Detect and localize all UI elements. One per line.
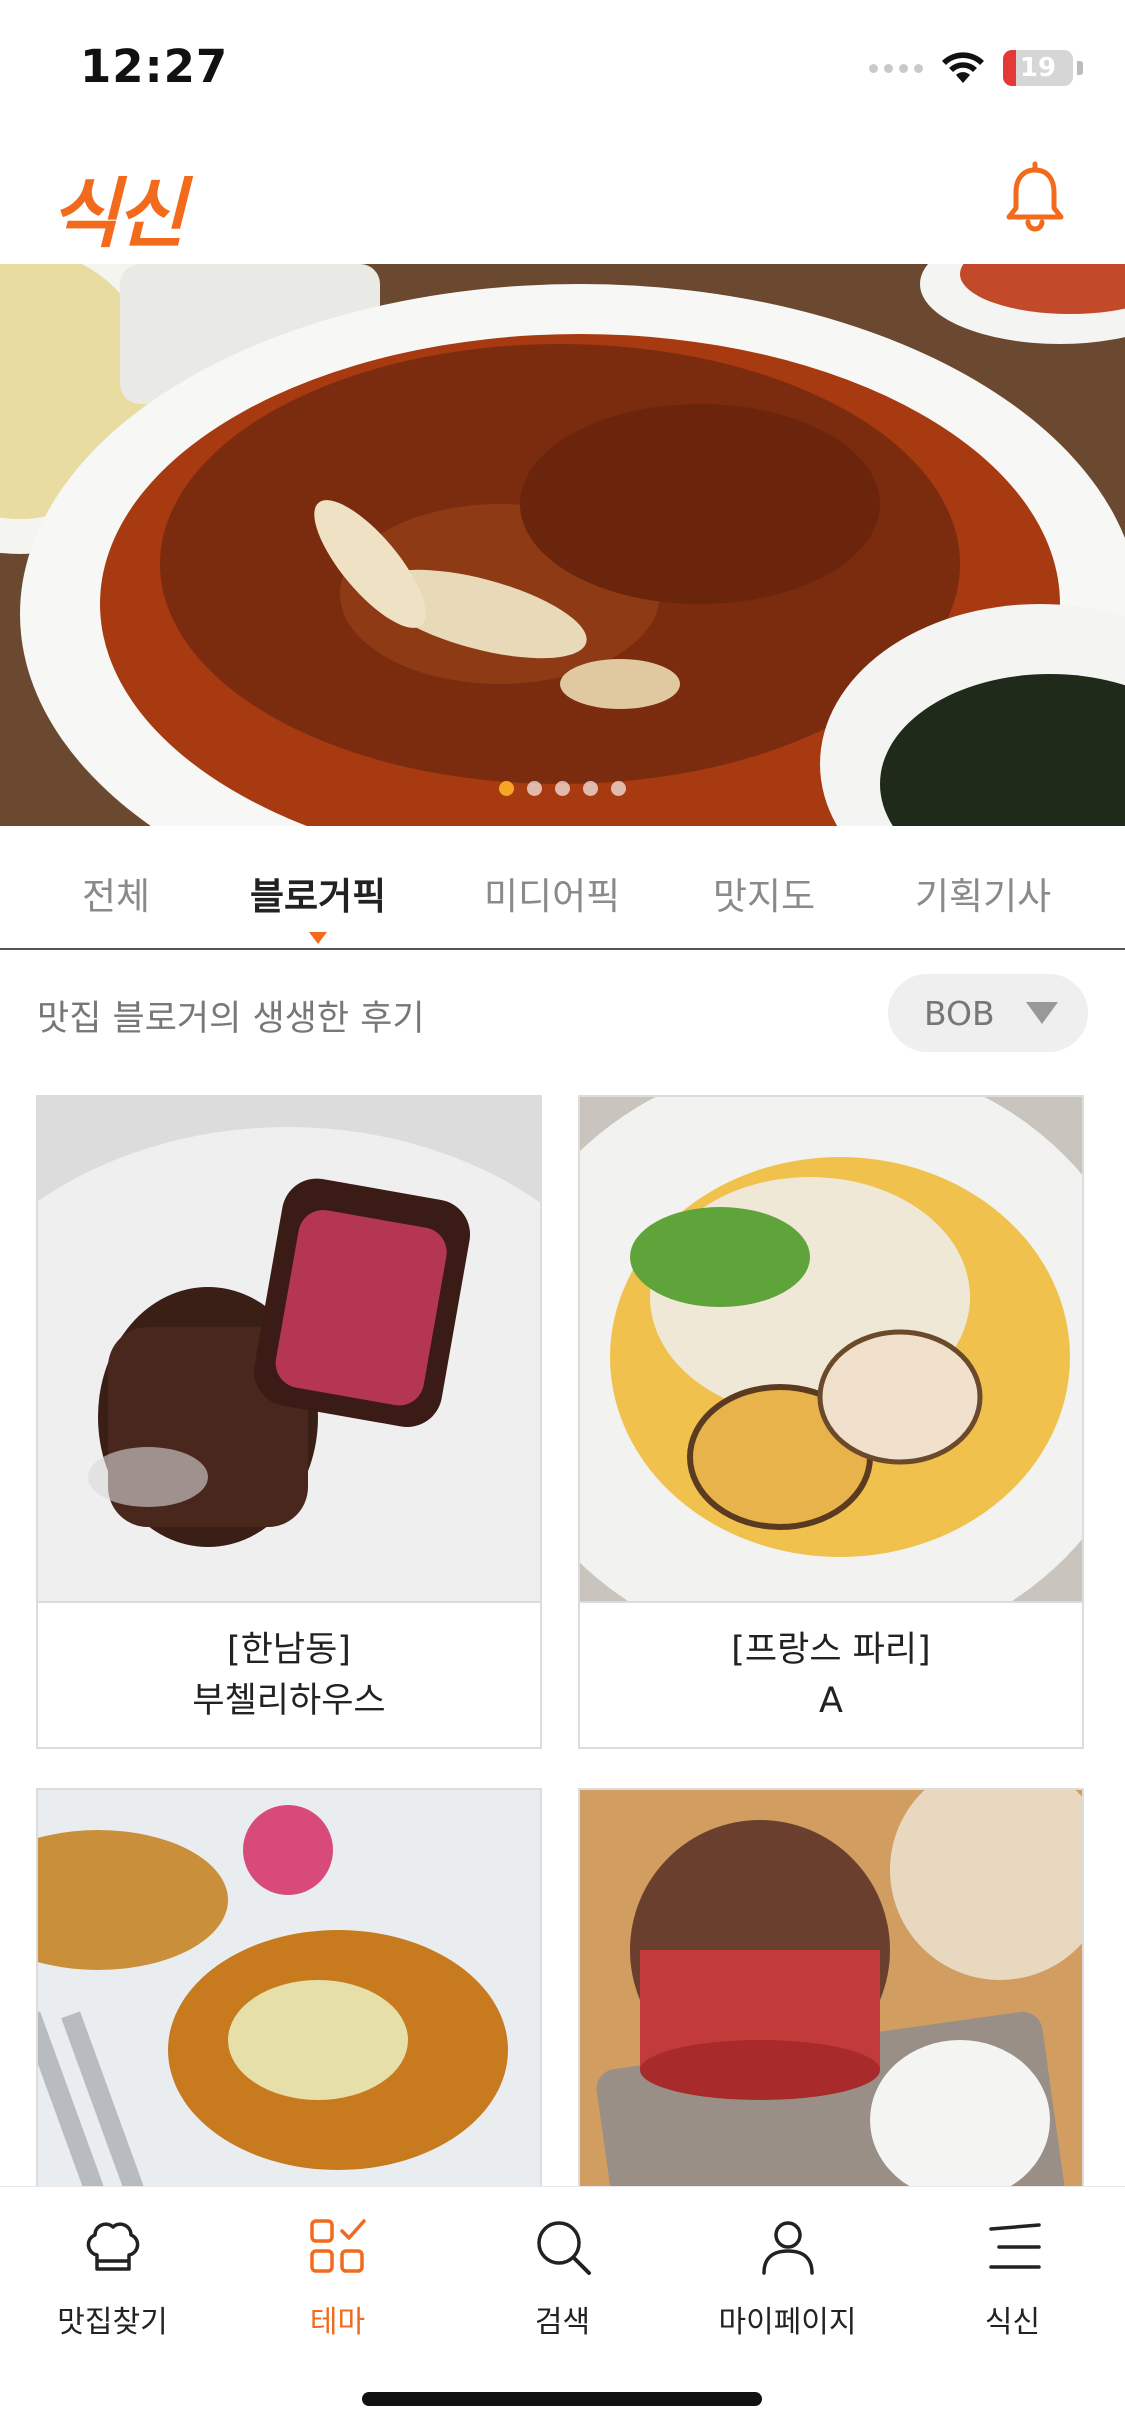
status-time: 12:27 xyxy=(80,40,229,93)
nav-label: 테마 xyxy=(309,2305,366,2340)
app-logo[interactable]: 식신 xyxy=(50,152,186,262)
battery-icon: 19 xyxy=(1003,50,1073,86)
restaurant-card[interactable]: [프랑스 파리] A xyxy=(578,1095,1084,1749)
nav-label: 검색 xyxy=(534,2305,591,2340)
card-caption: [한남동] 부첼리하우스 xyxy=(38,1601,540,1747)
carousel-dot[interactable] xyxy=(499,781,514,796)
app-header: 식신 xyxy=(0,132,1125,264)
tab-feature-articles[interactable]: 기획기사 xyxy=(915,866,1051,920)
tab-all[interactable]: 전체 xyxy=(82,866,150,920)
hero-banner[interactable] xyxy=(0,264,1125,826)
dropdown-arrow-icon xyxy=(1026,1002,1058,1024)
battery-percent: 19 xyxy=(1019,53,1057,83)
user-icon xyxy=(761,2221,814,2275)
status-bar: 12:27 19 xyxy=(0,0,1125,132)
tab-food-map[interactable]: 맛지도 xyxy=(713,866,815,920)
tab-label: 블로거픽 xyxy=(250,875,387,918)
search-icon xyxy=(536,2221,591,2275)
nav-label: 마이페이지 xyxy=(718,2305,857,2340)
carousel-dot[interactable] xyxy=(583,781,598,796)
home-indicator[interactable] xyxy=(362,2392,762,2406)
wifi-icon xyxy=(942,52,984,83)
restaurant-card[interactable]: [한남동] 부첼리하우스 xyxy=(36,1095,542,1749)
filter-dropdown[interactable]: BOB xyxy=(888,974,1088,1052)
card-caption: [프랑스 파리] A xyxy=(580,1601,1082,1747)
steak-photo xyxy=(38,1097,540,1601)
carousel-dot[interactable] xyxy=(527,781,542,796)
carousel-indicator[interactable] xyxy=(0,781,1125,796)
nav-my-page[interactable]: 마이페이지 xyxy=(675,2211,900,2341)
hero-food-image xyxy=(0,264,1125,826)
tab-blogger-pick[interactable]: 블로거픽 xyxy=(250,866,387,944)
tab-media-pick[interactable]: 미디어픽 xyxy=(484,866,620,920)
section-subheader: 맛집 블로거의 생생한 후기 BOB xyxy=(0,950,1125,1094)
section-description: 맛집 블로거의 생생한 후기 xyxy=(37,999,425,1039)
card-title: A xyxy=(819,1681,843,1721)
nav-search[interactable]: 검색 xyxy=(450,2211,675,2341)
card-location: [프랑스 파리] xyxy=(731,1630,931,1670)
chef-hat-icon xyxy=(86,2222,139,2271)
status-indicators: 19 xyxy=(869,48,1083,88)
nav-label: 식신 xyxy=(984,2305,1041,2340)
nav-find-restaurants[interactable]: 맛집찾기 xyxy=(0,2211,225,2341)
card-location: [한남동] xyxy=(227,1630,351,1670)
tab-label: 기획기사 xyxy=(915,875,1052,918)
menu-icon xyxy=(988,2223,1041,2269)
battery-cap xyxy=(1077,61,1083,75)
tab-label: 미디어픽 xyxy=(484,875,621,918)
bell-icon xyxy=(1006,161,1064,232)
nav-menu[interactable]: 식신 xyxy=(900,2211,1125,2341)
tab-label: 전체 xyxy=(82,875,151,918)
notification-button[interactable] xyxy=(995,158,1075,238)
carousel-dot[interactable] xyxy=(555,781,570,796)
active-tab-caret-icon xyxy=(309,932,328,944)
filter-value: BOB xyxy=(924,994,995,1033)
card-title: 부첼리하우스 xyxy=(192,1681,386,1721)
tab-label: 맛지도 xyxy=(713,875,816,918)
carousel-dot[interactable] xyxy=(611,781,626,796)
seafood-pasta-photo xyxy=(580,1097,1082,1601)
nav-theme[interactable]: 테마 xyxy=(225,2211,450,2341)
category-tabs: 전체 블로거픽 미디어픽 맛지도 기획기사 xyxy=(0,826,1125,950)
cellular-signal-icon xyxy=(869,63,923,73)
nav-label: 맛집찾기 xyxy=(57,2305,168,2340)
theme-grid-icon xyxy=(309,2219,366,2273)
